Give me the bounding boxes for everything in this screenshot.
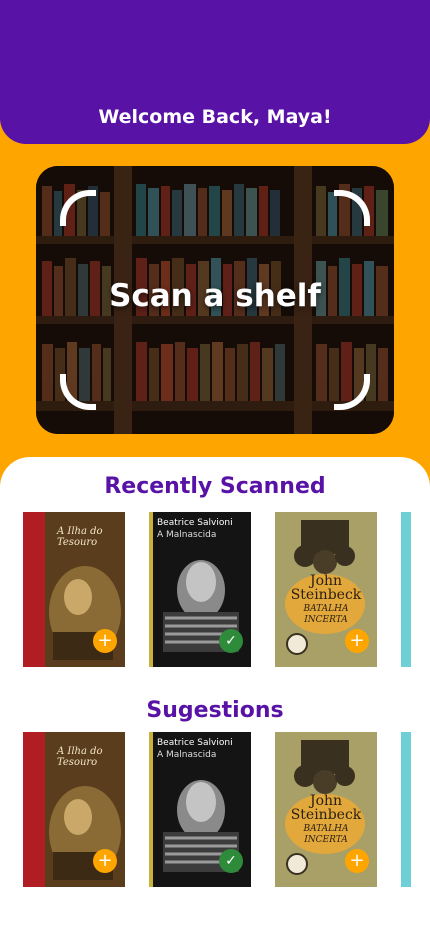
book-author: Beatrice Salvioni [157,738,233,748]
add-book-button[interactable]: + [93,629,117,653]
add-book-button[interactable]: + [93,849,117,873]
book-author: Beatrice Salvioni [157,518,233,528]
book-card[interactable]: Beatrice Salvioni A Malnascida ✓ [149,732,251,887]
book-card[interactable]: John Steinbeck BATALHA INCERTA + [275,732,377,887]
book-author: John Steinbeck [290,793,362,823]
book-title: A Malnascida [157,750,217,760]
book-card[interactable]: A Ilha do Tesouro + [23,732,125,887]
book-card[interactable] [401,512,411,667]
book-card[interactable]: A Ilha do Tesouro + [23,512,125,667]
recently-scanned-list[interactable]: A Ilha do Tesouro + Beatrice Salvioni A … [0,512,430,667]
book-title: A Ilha do Tesouro [57,746,103,768]
header: Welcome Back, Maya! [0,0,430,144]
recently-scanned-title: Recently Scanned [104,474,326,499]
book-title: A Malnascida [157,530,217,540]
scan-shelf-button[interactable]: Scan a shelf [36,166,394,434]
added-check-icon: ✓ [219,629,243,653]
welcome-message: Welcome Back, Maya! [98,106,332,128]
suggestions-list[interactable]: A Ilha do Tesouro + Beatrice Salvioni A … [0,732,430,887]
book-card[interactable]: John Steinbeck BATALHA INCERTA + [275,512,377,667]
add-book-button[interactable]: + [345,849,369,873]
scan-shelf-label: Scan a shelf [109,278,321,314]
book-title: A Ilha do Tesouro [57,526,103,548]
suggestions-title: Sugestions [146,698,284,723]
book-title: BATALHA INCERTA [303,824,349,845]
book-title: BATALHA INCERTA [303,604,349,625]
book-author: John Steinbeck [290,573,362,603]
add-book-button[interactable]: + [345,629,369,653]
book-card[interactable]: Beatrice Salvioni A Malnascida ✓ [149,512,251,667]
added-check-icon: ✓ [219,849,243,873]
book-card[interactable] [401,732,411,887]
